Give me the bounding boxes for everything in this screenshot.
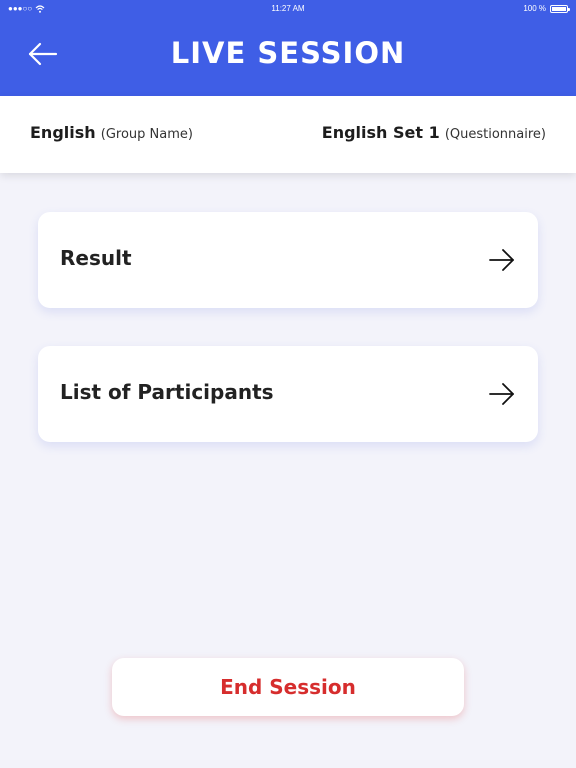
battery-icon <box>550 4 570 13</box>
end-session-button[interactable]: End Session <box>112 658 464 716</box>
arrow-right-icon <box>489 383 514 405</box>
battery-fill <box>552 6 566 11</box>
group-name-label: (Group Name) <box>100 127 193 142</box>
status-bar: ●●●○○ 11:27 AM 100 % <box>0 0 576 18</box>
questionnaire-value: English Set 1 <box>321 123 440 142</box>
arrow-right-icon <box>489 249 514 271</box>
result-card[interactable]: Result <box>38 212 538 308</box>
status-time: 11:27 AM <box>271 4 305 13</box>
questionnaire-info: English Set 1 (Questionnaire) <box>322 123 546 142</box>
app-header: ●●●○○ 11:27 AM 100 % LIVE SESSION <box>0 0 576 96</box>
result-label: Result <box>60 246 132 270</box>
status-right: 100 % <box>523 4 570 13</box>
participants-card[interactable]: List of Participants <box>38 346 538 442</box>
group-name-info: English (Group Name) <box>30 123 193 142</box>
page-title: LIVE SESSION <box>170 36 406 70</box>
questionnaire-label: (Questionnaire) <box>444 127 546 142</box>
battery-percentage: 100 % <box>523 4 546 13</box>
group-name-value: English <box>30 123 96 142</box>
participants-label: List of Participants <box>60 380 274 404</box>
session-info-bar: English (Group Name) English Set 1 (Ques… <box>0 96 576 173</box>
